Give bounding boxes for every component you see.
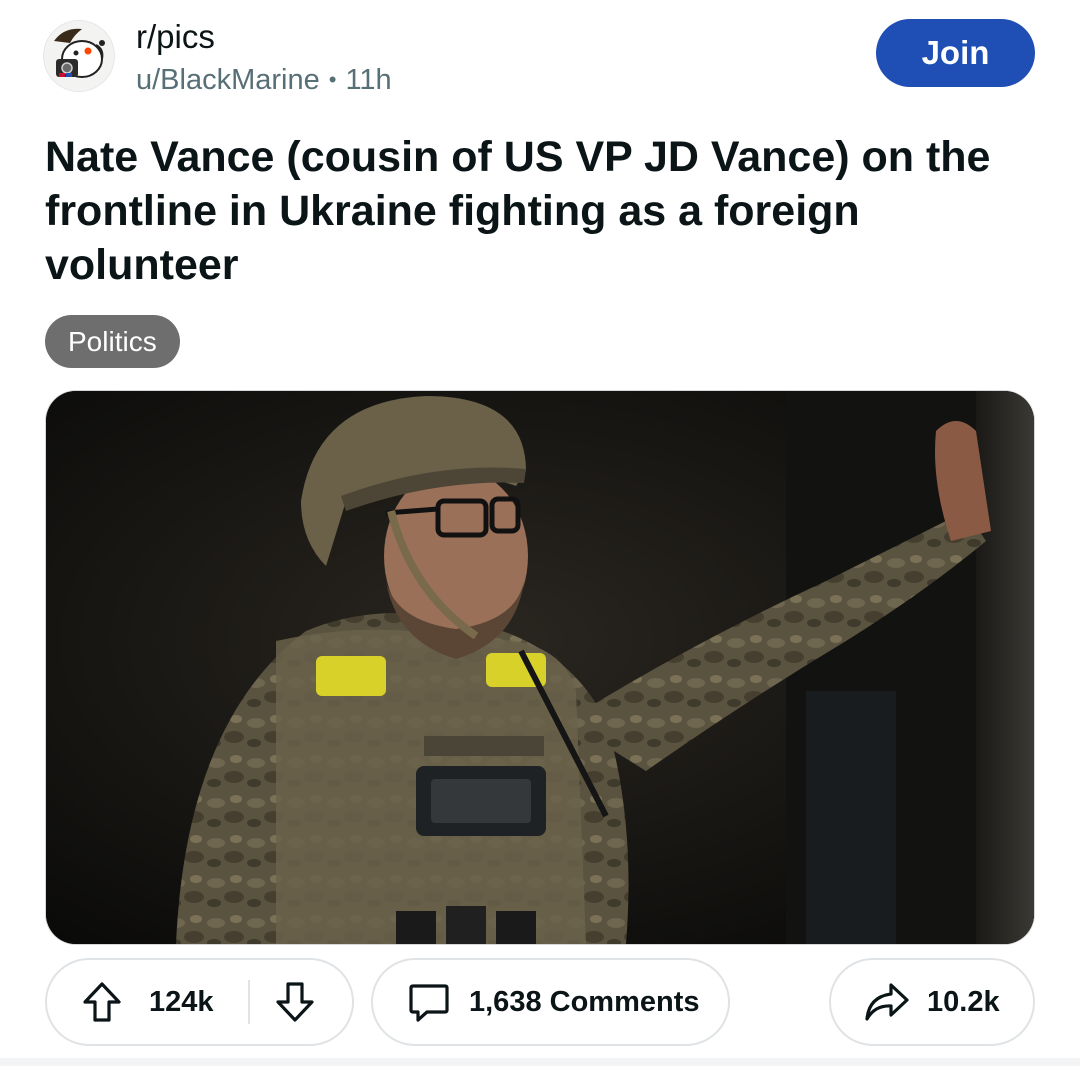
byline: u/BlackMarine • 11h: [136, 60, 392, 100]
post-meta: r/pics u/BlackMarine • 11h: [136, 16, 392, 100]
post-card: r/pics u/BlackMarine • 11h Join Nate Van…: [0, 0, 1080, 1066]
upvote-arrow-icon[interactable]: [81, 980, 123, 1024]
vote-bar: 124k: [45, 958, 354, 1046]
post-image[interactable]: [46, 391, 1034, 944]
share-count: 10.2k: [927, 985, 1000, 1018]
join-button[interactable]: Join: [876, 19, 1035, 87]
feed-separator: [0, 1058, 1080, 1066]
author-link[interactable]: u/BlackMarine: [136, 60, 320, 100]
upvote-count: 124k: [149, 985, 214, 1018]
share-button[interactable]: 10.2k: [829, 958, 1035, 1046]
vote-divider: [247, 980, 250, 1024]
downvote-arrow-icon[interactable]: [274, 980, 316, 1024]
comment-count: 1,638 Comments: [469, 985, 700, 1018]
post-age: 11h: [345, 64, 392, 96]
meta-separator: •: [328, 67, 337, 92]
comment-bubble-icon: [407, 980, 451, 1024]
post-title[interactable]: Nate Vance (cousin of US VP JD Vance) on…: [45, 130, 1005, 292]
subreddit-avatar-icon[interactable]: [44, 21, 114, 91]
flair-badge[interactable]: Politics: [45, 315, 180, 368]
subreddit-name[interactable]: r/pics: [136, 16, 392, 58]
comments-button[interactable]: 1,638 Comments: [371, 958, 730, 1046]
share-arrow-icon: [863, 981, 909, 1023]
